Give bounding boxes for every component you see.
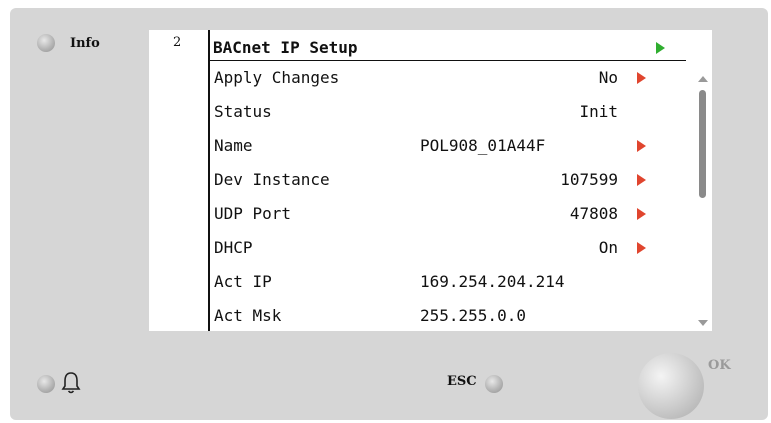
menu-row-dev-instance[interactable]: Dev Instance 107599 (210, 166, 710, 193)
edit-arrow-icon[interactable] (637, 208, 646, 220)
menu-row-dhcp[interactable]: DHCP On (210, 234, 710, 261)
edit-arrow-icon[interactable] (637, 140, 646, 152)
bell-icon (60, 370, 82, 400)
scroll-up-icon[interactable] (698, 76, 708, 82)
edit-arrow-icon[interactable] (637, 72, 646, 84)
scroll-thumb[interactable] (699, 90, 706, 198)
alarm-led-button[interactable] (37, 375, 55, 393)
screen-title: BACnet IP Setup (213, 38, 358, 57)
ok-label: OK (708, 358, 731, 373)
esc-label: ESC (447, 374, 477, 389)
info-label: Info (70, 36, 100, 51)
info-button[interactable] (37, 34, 55, 52)
menu-row-act-msk: Act Msk 255.255.0.0 (214, 306, 526, 325)
page-number: 2 (173, 35, 182, 50)
scroll-down-icon[interactable] (698, 320, 708, 326)
menu-row-act-ip: Act IP 169.254.204.214 (214, 272, 565, 291)
ok-button[interactable] (638, 353, 704, 419)
header-divider (210, 60, 686, 61)
display-screen: 2 BACnet IP Setup Apply Changes No Statu… (149, 30, 712, 331)
esc-button[interactable] (485, 375, 503, 393)
menu-row-apply-changes[interactable]: Apply Changes No (210, 64, 710, 91)
edit-arrow-icon[interactable] (637, 174, 646, 186)
menu-row-status: Status Init (214, 102, 618, 121)
enter-arrow-icon[interactable] (656, 42, 665, 54)
edit-arrow-icon[interactable] (637, 242, 646, 254)
scrollbar[interactable] (698, 76, 708, 326)
menu-row-udp-port[interactable]: UDP Port 47808 (210, 200, 710, 227)
menu-row-name[interactable]: Name POL908_01A44F (210, 132, 710, 159)
page-column: 2 (149, 30, 210, 331)
